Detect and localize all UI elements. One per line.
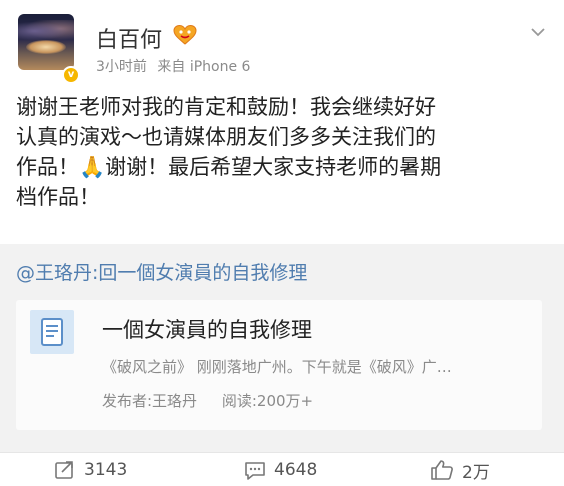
like-button[interactable]: 2万 bbox=[430, 453, 490, 486]
post-body-line: 作品！🙏谢谢！最后希望大家支持老师的暑期 bbox=[16, 155, 442, 179]
repost-section: @王珞丹:回一個女演員的自我修理 一個女演員的自我修理 《破风之前》 刚刚落地广… bbox=[0, 244, 564, 452]
post-body-line: 档作品！ bbox=[16, 185, 100, 209]
post-body: 谢谢王老师对我的肯定和鼓励！我会继续好好 认真的演戏～也请媒体朋友们多多关注我们… bbox=[16, 92, 550, 212]
username[interactable]: 白百何 bbox=[96, 22, 162, 54]
thumbs-up-icon bbox=[431, 460, 453, 480]
repost-icon bbox=[55, 461, 73, 479]
avatar-clouds bbox=[18, 20, 74, 42]
post-meta: 3小时前 来自 iPhone 6 bbox=[96, 56, 256, 76]
avatar-glow bbox=[26, 40, 66, 54]
article-title: 一個女演員的自我修理 bbox=[102, 318, 312, 342]
article-footer: 发布者:王珞丹 阅读:200万+ bbox=[102, 390, 333, 411]
repost-source-link[interactable]: @王珞丹:回一個女演員的自我修理 bbox=[16, 258, 307, 285]
like-count: 2万 bbox=[462, 462, 490, 483]
comment-button[interactable]: 4648 bbox=[244, 453, 317, 486]
avatar[interactable] bbox=[18, 14, 74, 70]
post-header: v 白百何 3小时前 来自 iPhone 6 bbox=[0, 0, 564, 88]
vip-heart-icon bbox=[173, 24, 197, 45]
article-card[interactable]: 一個女演員的自我修理 《破风之前》 刚刚落地广州。下午就是《破风》广… 发布者:… bbox=[16, 300, 542, 430]
comment-count: 4648 bbox=[274, 460, 318, 480]
post-body-line: 认真的演戏～也请媒体朋友们多多关注我们的 bbox=[16, 125, 436, 149]
article-publisher: 发布者:王珞丹 bbox=[102, 392, 198, 410]
comment-icon bbox=[245, 462, 265, 480]
verified-badge-icon: v bbox=[62, 66, 80, 84]
post-body-line: 谢谢王老师对我的肯定和鼓励！我会继续好好 bbox=[16, 95, 436, 119]
repost-count: 3143 bbox=[84, 460, 128, 480]
article-icon bbox=[30, 310, 74, 354]
article-reads: 阅读:200万+ bbox=[221, 392, 314, 410]
article-description: 《破风之前》 刚刚落地广州。下午就是《破风》广… bbox=[102, 358, 452, 376]
post-time: 3小时前 bbox=[96, 59, 147, 75]
chevron-down-icon[interactable] bbox=[530, 24, 546, 40]
action-bar: 3143 4648 2万 bbox=[0, 452, 564, 486]
repost-button[interactable]: 3143 bbox=[54, 453, 127, 486]
post-source: 来自 iPhone 6 bbox=[157, 59, 251, 75]
